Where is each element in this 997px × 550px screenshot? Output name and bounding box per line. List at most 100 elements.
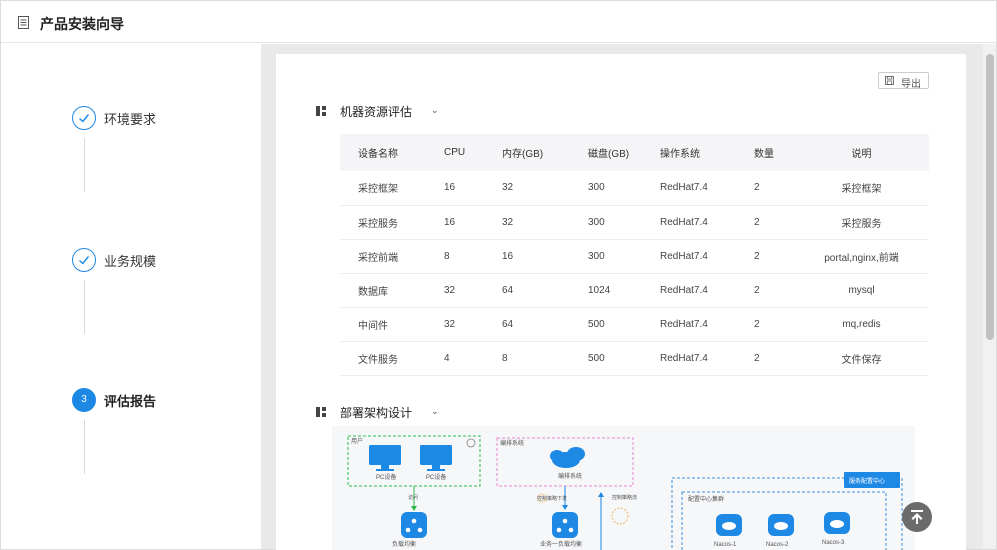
table-cell: 采控服务	[794, 205, 929, 240]
step-number: 3	[72, 388, 96, 412]
column-header: 说明	[794, 134, 929, 171]
table-header-row: 设备名称 CPU 内存(GB) 磁盘(GB) 操作系统 数量 说明	[340, 134, 929, 171]
table-cell: RedHat7.4	[648, 307, 734, 342]
lb-label: 负载均衡	[392, 540, 416, 548]
scrollbar-thumb[interactable]	[986, 54, 994, 340]
arrow-head	[562, 505, 568, 510]
table-cell: 数据库	[340, 273, 426, 308]
lb-label: 业务一负载均衡	[540, 540, 582, 548]
section-resources-header[interactable]: 机器资源评估 ⌄	[316, 103, 439, 119]
table-cell: 32	[490, 205, 568, 240]
column-header: 磁盘(GB)	[568, 134, 648, 171]
table-cell: 16	[426, 171, 490, 206]
users-group-label: 用户	[351, 437, 363, 445]
pc-icon	[420, 445, 452, 471]
table-cell: mysql	[794, 273, 929, 308]
column-header: 操作系统	[648, 134, 734, 171]
table-cell: 4	[426, 341, 490, 376]
table-cell: 300	[568, 171, 648, 206]
orchestrator-label: 编排系统	[558, 472, 582, 480]
table-row: 数据库 32 64 1024 RedHat7.4 2 mysql	[340, 273, 929, 308]
table-cell: 2	[734, 273, 794, 308]
table-cell: 1024	[568, 273, 648, 308]
table-row: 采控框架 16 32 300 RedHat7.4 2 采控框架	[340, 171, 929, 206]
architecture-diagram: 用户 PC设备 PC设备 编排系统 编排系统 访问 控制策略下发 控制策略流 负…	[332, 426, 915, 550]
arrow-up-icon	[911, 510, 923, 524]
users-group	[347, 435, 481, 487]
info-icon	[466, 438, 476, 448]
table-row: 中间件 32 64 500 RedHat7.4 2 mq,redis	[340, 307, 929, 342]
table-cell: RedHat7.4	[648, 205, 734, 240]
load-balancer-icon	[552, 512, 578, 538]
resource-table: 设备名称 CPU 内存(GB) 磁盘(GB) 操作系统 数量 说明 采控框架 1…	[340, 134, 929, 376]
table-cell: 文件保存	[794, 341, 929, 376]
section-deployment-header[interactable]: 部署架构设计 ⌄	[316, 404, 439, 420]
table-cell: mq,redis	[794, 307, 929, 342]
step-label: 环境要求	[104, 112, 157, 127]
export-label: 导出	[901, 79, 921, 90]
nacos-label: Nacos-1	[714, 542, 737, 548]
column-header: 设备名称	[340, 134, 426, 171]
table-cell: 2	[734, 205, 794, 240]
check-icon	[72, 106, 96, 130]
edge-label: 访问	[408, 494, 418, 501]
column-header: 数量	[734, 134, 794, 171]
column-header: CPU	[426, 134, 490, 171]
table-cell: 300	[568, 205, 648, 240]
table-cell: 2	[734, 307, 794, 342]
table-cell: 2	[734, 341, 794, 376]
nacos-label: Nacos-3	[822, 540, 845, 546]
orchestration-group-label: 编排系统	[500, 439, 524, 447]
export-button[interactable]: 导出	[878, 72, 929, 90]
table-cell: 300	[568, 239, 648, 274]
step-label: 评估报告	[104, 394, 157, 409]
table-row: 采控前端 8 16 300 RedHat7.4 2 portal,nginx,前…	[340, 239, 929, 274]
table-cell: 500	[568, 341, 648, 376]
table-row: 文件服务 4 8 500 RedHat7.4 2 文件保存	[340, 341, 929, 376]
table-cell: 采控服务	[340, 205, 426, 240]
table-cell: RedHat7.4	[648, 273, 734, 308]
save-icon	[885, 76, 894, 85]
step-connector	[84, 280, 85, 334]
section-title: 机器资源评估	[340, 105, 413, 119]
table-cell: RedHat7.4	[648, 239, 734, 274]
table-cell: 文件服务	[340, 341, 426, 376]
step-connector	[84, 138, 85, 192]
table-cell: 16	[490, 239, 568, 274]
chevron-down-icon: ⌄	[431, 406, 439, 416]
monitor-cluster-label: 配置中心集群	[688, 495, 724, 503]
wizard-steps: 环境要求 业务规模 3 评估报告	[1, 44, 261, 549]
table-cell: 采控框架	[794, 171, 929, 206]
table-cell: 中间件	[340, 307, 426, 342]
column-header: 内存(GB)	[490, 134, 568, 171]
nacos-label: Nacos-2	[766, 542, 789, 548]
load-balancer-icon	[401, 512, 427, 538]
table-cell: 64	[490, 307, 568, 342]
step-connector	[84, 420, 85, 474]
architecture-diagram-svg: 用户 PC设备 PC设备 编排系统 编排系统 访问 控制策略下发 控制策略流 负…	[347, 435, 903, 550]
nacos-icon	[716, 514, 742, 536]
grid-icon	[316, 407, 326, 417]
table-cell: 32	[426, 273, 490, 308]
grid-icon	[316, 106, 326, 116]
document-icon	[18, 16, 29, 29]
table-cell: portal,nginx,前端	[794, 239, 929, 274]
table-cell: 64	[490, 273, 568, 308]
table-cell: 500	[568, 307, 648, 342]
table-cell: RedHat7.4	[648, 341, 734, 376]
table-cell: 16	[426, 205, 490, 240]
report-panel: 导出 机器资源评估 ⌄ 设备名称 CPU 内存(GB) 磁盘(GB) 操作系统 …	[276, 54, 966, 550]
config-center-label: 服务配置中心	[849, 477, 885, 485]
back-to-top-button[interactable]	[902, 502, 932, 532]
page-title: 产品安装向导	[40, 16, 124, 32]
pc-label: PC设备	[426, 473, 446, 481]
page-header: 产品安装向导	[1, 1, 996, 43]
table-cell: 8	[426, 239, 490, 274]
cloud-icon	[550, 447, 585, 468]
table-cell: 2	[734, 171, 794, 206]
nacos-icon	[768, 514, 794, 536]
edge-label: 控制策略下发	[537, 495, 567, 502]
nacos-icon	[824, 512, 850, 534]
table-cell: 采控前端	[340, 239, 426, 274]
gear-icon	[611, 507, 629, 525]
